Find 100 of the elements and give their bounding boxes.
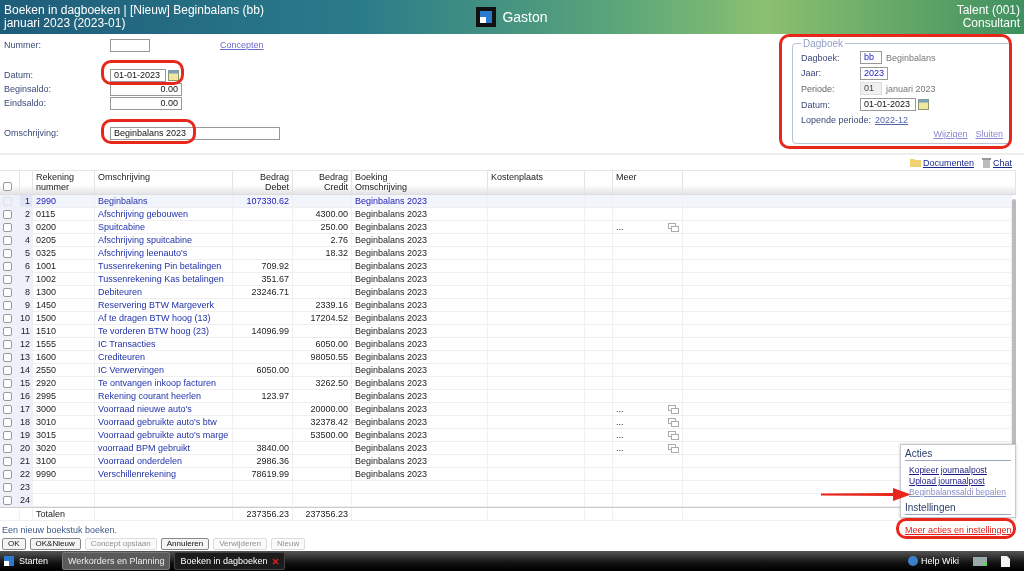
row-number[interactable]: 10 <box>20 312 33 324</box>
document-icon[interactable] <box>1001 555 1010 567</box>
row-number[interactable]: 1 <box>20 195 33 207</box>
row-checkbox[interactable] <box>3 417 12 427</box>
row-number[interactable]: 23 <box>20 481 33 493</box>
row-checkbox[interactable] <box>3 313 12 323</box>
row-number[interactable]: 4 <box>20 234 33 246</box>
row-checkbox[interactable] <box>3 339 12 349</box>
input-field[interactable] <box>110 38 150 52</box>
row-checkbox[interactable] <box>3 495 12 505</box>
row-number[interactable]: 3 <box>20 221 33 233</box>
row-checkbox[interactable] <box>3 326 12 336</box>
row-number[interactable]: 5 <box>20 247 33 259</box>
copy-icon[interactable] <box>668 417 679 427</box>
row-checkbox[interactable] <box>3 378 12 388</box>
account-link[interactable]: Beginbalans <box>98 196 148 206</box>
date-field[interactable]: 01-01-2023 <box>110 68 166 82</box>
calendar-icon[interactable] <box>168 69 179 81</box>
row-checkbox[interactable] <box>3 209 12 219</box>
row-checkbox[interactable] <box>3 456 12 466</box>
row-checkbox[interactable] <box>3 300 12 310</box>
row-number[interactable]: 20 <box>20 442 33 454</box>
account-link[interactable]: IC Verwervingen <box>98 365 165 375</box>
account-link[interactable]: Tussenrekening Pin betalingen <box>98 261 222 271</box>
account-link[interactable]: Reservering BTW Margeverk <box>98 300 215 310</box>
account-link[interactable]: Te vorderen BTW hoog (23) <box>98 326 210 336</box>
account-link[interactable]: Afschrijving leenauto's <box>98 248 188 258</box>
menu-item[interactable]: Kopieer journaalpost <box>909 465 987 476</box>
toolbar-link[interactable]: Chat <box>982 157 1012 168</box>
taskbar-tab[interactable]: Boeken in dagboeken <box>174 552 285 570</box>
row-checkbox[interactable] <box>3 482 12 492</box>
action-button[interactable]: OK <box>2 537 26 550</box>
row-number[interactable]: 21 <box>20 455 33 467</box>
account-link[interactable]: Voorraad gebruikte auto's marge <box>98 430 229 440</box>
row-checkbox[interactable] <box>3 430 12 440</box>
panel-action-link[interactable]: Wijzigen <box>933 129 968 139</box>
row-checkbox[interactable] <box>3 261 12 271</box>
account-link[interactable]: Rekening courant heerlen <box>98 391 202 401</box>
row-checkbox[interactable] <box>3 443 12 453</box>
row-number[interactable]: 14 <box>20 364 33 376</box>
more-dots[interactable]: ... <box>616 430 624 440</box>
copy-icon[interactable] <box>668 222 679 232</box>
copy-icon[interactable] <box>668 430 679 440</box>
row-number[interactable]: 8 <box>20 286 33 298</box>
taskbar-tab[interactable]: Werkorders en Planning <box>62 552 171 570</box>
account-link[interactable]: Voorraad gebruikte auto's btw <box>98 417 217 427</box>
account-link[interactable]: voorraad BPM gebruikt <box>98 443 191 453</box>
row-number[interactable]: 12 <box>20 338 33 350</box>
toolbar-link[interactable]: Documenten <box>909 157 974 168</box>
help-link[interactable]: Help Wiki <box>908 556 959 566</box>
row-number[interactable]: 11 <box>20 325 33 337</box>
row-number[interactable]: 22 <box>20 468 33 480</box>
account-link[interactable]: Tussenrekening Kas betalingen <box>98 274 224 284</box>
row-number[interactable]: 9 <box>20 299 33 311</box>
row-number[interactable]: 17 <box>20 403 33 415</box>
monitor-icon[interactable] <box>973 556 987 566</box>
more-dots[interactable]: ... <box>616 404 624 414</box>
row-number[interactable]: 7 <box>20 273 33 285</box>
row-number[interactable]: 6 <box>20 260 33 272</box>
row-checkbox[interactable] <box>3 274 12 284</box>
calendar-icon[interactable] <box>918 99 929 111</box>
input-field[interactable]: 0.00 <box>110 96 182 110</box>
concepten-link[interactable]: Concepten <box>220 40 264 50</box>
start-button[interactable]: Starten <box>2 556 59 566</box>
row-number[interactable]: 13 <box>20 351 33 363</box>
account-link[interactable]: Verschillenrekening <box>98 469 177 479</box>
row-checkbox[interactable] <box>3 469 12 479</box>
action-button[interactable]: Annuleren <box>160 537 210 550</box>
account-link[interactable]: Spuitcabine <box>98 222 146 232</box>
row-checkbox[interactable] <box>3 287 12 297</box>
row-number[interactable]: 18 <box>20 416 33 428</box>
close-icon[interactable] <box>271 557 279 565</box>
copy-icon[interactable] <box>668 404 679 414</box>
row-checkbox[interactable] <box>3 391 12 401</box>
select-all-checkbox[interactable] <box>3 182 12 191</box>
row-checkbox[interactable] <box>3 248 12 258</box>
row-number[interactable]: 16 <box>20 390 33 402</box>
account-link[interactable]: Voorraad onderdelen <box>98 456 183 466</box>
account-link[interactable]: Debiteuren <box>98 287 143 297</box>
account-link[interactable]: Afschrijving gebouwen <box>98 209 189 219</box>
more-dots[interactable]: ... <box>616 417 624 427</box>
account-link[interactable]: Te ontvangen inkoop facturen <box>98 378 217 388</box>
account-link[interactable]: Afschrijving spuitcabine <box>98 235 193 245</box>
account-link[interactable]: Crediteuren <box>98 352 146 362</box>
row-checkbox[interactable] <box>3 352 12 362</box>
row-checkbox[interactable] <box>3 365 12 375</box>
date-field[interactable]: 01-01-2023 <box>860 98 916 112</box>
input-field[interactable]: bb <box>860 51 882 65</box>
action-button[interactable]: OK&Nieuw <box>29 537 81 550</box>
row-number[interactable]: 15 <box>20 377 33 389</box>
more-dots[interactable]: ... <box>616 222 624 232</box>
row-checkbox[interactable] <box>3 404 12 414</box>
more-actions-link[interactable]: Meer acties en instellingen. <box>904 524 1014 535</box>
panel-action-link[interactable]: Sluiten <box>975 129 1003 139</box>
input-field[interactable]: 2023 <box>860 66 888 80</box>
menu-item[interactable]: Upload journaalpost <box>909 476 985 487</box>
row-checkbox[interactable] <box>3 222 12 232</box>
copy-icon[interactable] <box>668 443 679 453</box>
period-link[interactable]: 2022-12 <box>875 115 909 126</box>
account-link[interactable]: Af te dragen BTW hoog (13) <box>98 313 211 323</box>
